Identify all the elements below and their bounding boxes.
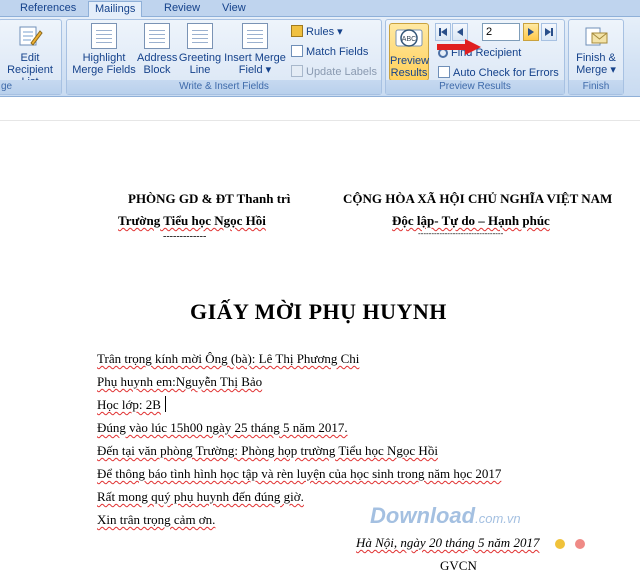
body-line-purpose: Để thông báo tình hình học tập và rèn lu… xyxy=(97,466,502,481)
school-dept-header: PHÒNG GD & ĐT Thanh trì xyxy=(128,191,291,206)
ribbon-tab-bar: References Mailings Review View xyxy=(0,0,640,18)
svg-text:ABC: ABC xyxy=(402,36,416,43)
update-labels-icon xyxy=(291,65,303,77)
last-record-icon xyxy=(545,28,553,36)
finish-label-2: Merge ▾ xyxy=(576,64,616,76)
tab-references[interactable]: References xyxy=(14,1,82,17)
edit-recipient-list-button[interactable]: Edit Recipient List xyxy=(0,23,61,88)
rules-label: Rules ▾ xyxy=(306,26,343,38)
edit-recipient-label-1: Edit xyxy=(20,52,40,64)
text-cursor xyxy=(165,396,166,412)
watermark-dot-yellow xyxy=(555,539,565,549)
finish-merge-icon xyxy=(583,23,609,49)
abc-preview-icon: ABC xyxy=(394,26,424,52)
rules-button[interactable]: Rules ▾ xyxy=(291,24,343,40)
address-label-2: Block xyxy=(143,64,171,76)
greeting-line-button[interactable]: Greeting Line xyxy=(177,23,223,76)
ribbon: Edit Recipient List ge Highlight Merge F… xyxy=(0,17,640,97)
address-block-button[interactable]: Address Block xyxy=(137,23,177,76)
right-header-dash: -------------------------------- xyxy=(418,229,504,238)
tab-review[interactable]: Review xyxy=(158,1,206,17)
body-line-class: Học lớp: 2B xyxy=(97,397,161,412)
preview-results-button[interactable]: ABC Preview Results xyxy=(389,23,429,81)
update-labels-button[interactable]: Update Labels xyxy=(291,64,377,80)
auto-check-errors-button[interactable]: Auto Check for Errors xyxy=(438,65,559,81)
body-line-student: Phụ huynh em:Nguyễn Thị Bảo xyxy=(97,374,263,389)
record-number-input[interactable]: 2 xyxy=(482,23,520,41)
download-watermark: Download.com.vn xyxy=(370,503,521,528)
next-record-icon xyxy=(528,28,534,36)
preview-label-1: Preview xyxy=(390,55,430,67)
edit-list-icon xyxy=(17,23,43,49)
document-title: GIẤY MỜI PHỤ HUYNH xyxy=(190,299,447,324)
last-record-button[interactable] xyxy=(541,23,557,41)
greeting-line-icon xyxy=(187,23,213,49)
highlight-label-2: Merge Fields xyxy=(72,64,136,76)
body-line-invite: Trân trọng kính mời Ông (bà): Lê Thị Phư… xyxy=(97,351,360,366)
group-write-insert-fields: Highlight Merge Fields Address Block Gre… xyxy=(66,19,382,95)
match-fields-icon xyxy=(291,45,303,57)
group-start-mail-merge: Edit Recipient List ge xyxy=(0,19,62,95)
auto-check-label: Auto Check for Errors xyxy=(453,67,559,79)
republic-header: CỘNG HÒA XÃ HỘI CHỦ NGHĨA VIỆT NAM xyxy=(343,191,613,206)
signature-title: GVCN xyxy=(440,558,477,573)
preview-label-2: Results xyxy=(390,67,428,79)
watermark-dot-pink xyxy=(575,539,585,549)
body-line-time: Đúng vào lúc 15h00 ngày 25 tháng 5 năm 2… xyxy=(97,420,348,435)
insert-merge-field-button[interactable]: Insert Merge Field ▾ xyxy=(223,23,287,76)
tab-mailings[interactable]: Mailings xyxy=(88,1,143,18)
group-label-preview: Preview Results xyxy=(386,80,564,94)
group-label-write-insert: Write & Insert Fields xyxy=(67,80,381,94)
group-label-finish: Finish xyxy=(569,80,623,94)
school-name-header: Trường Tiểu học Ngọc Hồi xyxy=(118,213,266,228)
body-line-place: Đến tại văn phòng Trường: Phòng họp trườ… xyxy=(97,443,438,458)
greeting-label-1: Greeting xyxy=(178,52,222,64)
left-header-dash: ------------- xyxy=(163,231,207,242)
insert-merge-label-2: Field ▾ xyxy=(238,64,272,76)
finish-label-1: Finish & xyxy=(576,52,616,64)
rules-icon xyxy=(291,25,303,37)
body-line-thanks: Xin trân trọng cảm ơn. xyxy=(97,512,216,527)
first-record-button[interactable] xyxy=(435,23,451,41)
next-record-button[interactable] xyxy=(523,23,539,41)
insert-merge-field-icon xyxy=(242,23,268,49)
highlight-merge-fields-button[interactable]: Highlight Merge Fields xyxy=(71,23,137,76)
page-top-border xyxy=(0,120,640,121)
group-finish: Finish & Merge ▾ Finish xyxy=(568,19,624,95)
address-block-icon xyxy=(144,23,170,49)
finish-merge-button[interactable]: Finish & Merge ▾ xyxy=(569,23,623,76)
highlight-label-1: Highlight xyxy=(82,52,126,64)
auto-check-icon xyxy=(438,66,450,78)
insert-merge-label-1: Insert Merge xyxy=(224,52,286,64)
greeting-label-2: Line xyxy=(189,64,211,76)
highlight-fields-icon xyxy=(91,23,117,49)
first-record-icon xyxy=(439,28,447,36)
document-page[interactable]: PHÒNG GD & ĐT Thanh trì Trường Tiểu học … xyxy=(0,97,640,582)
match-fields-button[interactable]: Match Fields xyxy=(291,44,368,60)
date-line: Hà Nội, ngày 20 tháng 5 năm 2017 xyxy=(356,535,540,550)
red-arrow-annotation xyxy=(437,39,481,55)
address-label-1: Address xyxy=(137,52,178,64)
group-preview-results: ABC Preview Results 2 Find Recipient Aut… xyxy=(385,19,565,95)
match-fields-label: Match Fields xyxy=(306,46,369,58)
previous-record-icon xyxy=(457,28,463,36)
tab-view[interactable]: View xyxy=(216,1,252,17)
update-labels-label: Update Labels xyxy=(306,66,377,78)
motto-header: Độc lập- Tự do – Hạnh phúc xyxy=(392,213,550,228)
body-line-request: Rất mong quý phụ huynh đến đúng giờ. xyxy=(97,489,304,504)
group-label-start: ge xyxy=(0,80,61,94)
